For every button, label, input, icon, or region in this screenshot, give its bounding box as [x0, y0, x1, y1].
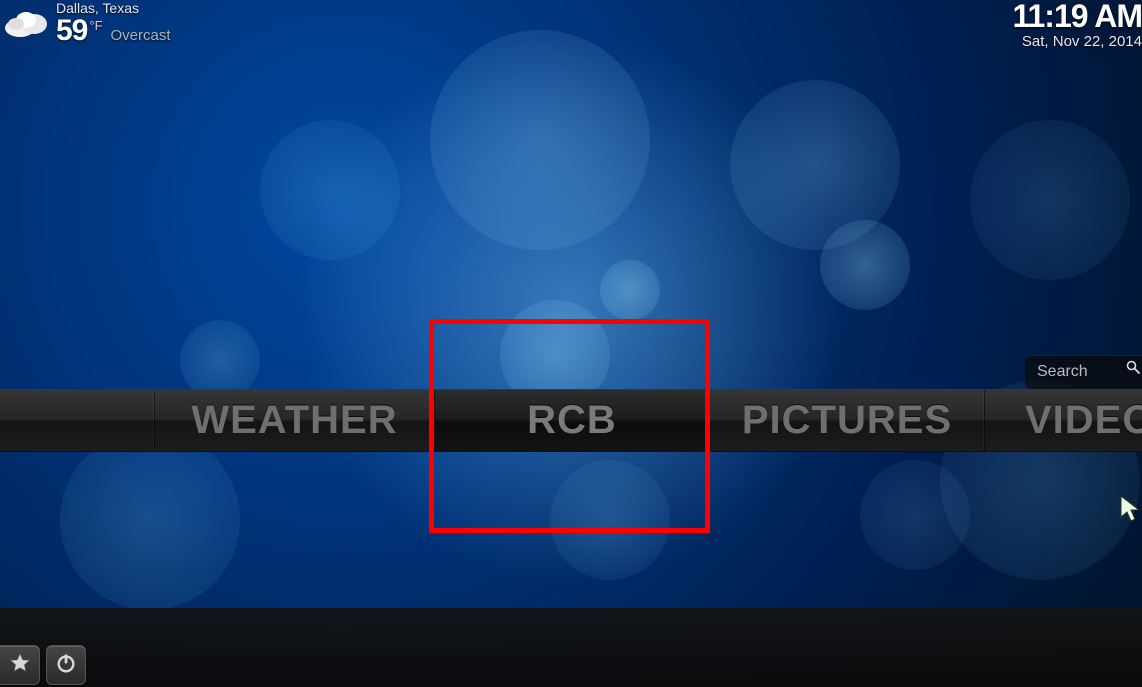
- menu-item-pictures[interactable]: PICTURES: [710, 390, 985, 451]
- weather-condition: Overcast: [111, 27, 171, 44]
- clock-widget: 11:19 AM Sat, Nov 22, 2014: [1012, 0, 1142, 49]
- menu-item-label: WEATHER: [191, 398, 397, 443]
- clock-date: Sat, Nov 22, 2014: [1012, 34, 1142, 49]
- menu-item-label: PICTURES: [742, 398, 952, 443]
- bottom-panel-bg: [0, 608, 1142, 687]
- menu-item-label: VIDEOS: [1025, 398, 1142, 443]
- cloud-overcast-icon: [2, 2, 50, 44]
- search-input[interactable]: [1037, 363, 1127, 381]
- favorites-button[interactable]: [0, 645, 40, 685]
- menu-item-videos[interactable]: VIDEOS: [985, 390, 1142, 451]
- menu-item-weather[interactable]: WEATHER: [155, 390, 435, 451]
- bottom-button-bar: [0, 645, 86, 687]
- background: [0, 0, 1142, 687]
- menu-spacer: [0, 390, 155, 451]
- search-icon: [1126, 360, 1140, 374]
- search-box[interactable]: [1025, 355, 1142, 389]
- weather-widget[interactable]: Dallas, Texas 59 °F Overcast: [0, 0, 171, 46]
- weather-temperature: 59: [56, 16, 87, 46]
- weather-unit: °F: [89, 18, 102, 33]
- main-menu: WEATHER RCB PICTURES VIDEOS: [0, 389, 1142, 452]
- star-icon: [9, 652, 31, 679]
- menu-item-rcb[interactable]: RCB: [435, 390, 710, 451]
- power-button[interactable]: [46, 645, 86, 685]
- menu-item-label: RCB: [527, 398, 617, 443]
- power-icon: [55, 652, 77, 679]
- clock-time: 11:19 AM: [1012, 0, 1142, 32]
